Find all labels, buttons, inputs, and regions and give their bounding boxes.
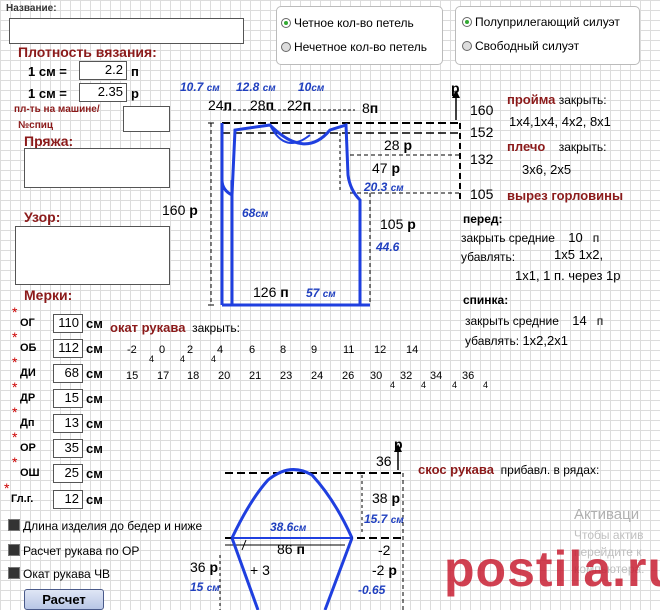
sleeve-cm-38-6: 38.6см	[270, 520, 307, 534]
cap-close-value: 12	[374, 344, 387, 356]
sleeve-cm-15: 15 см	[190, 580, 220, 594]
row-105: 105	[470, 186, 494, 202]
cap-row-sub: 4	[483, 380, 489, 390]
cap-row-sub: 4	[452, 380, 458, 390]
cm-68: 68см	[242, 206, 269, 220]
sleeve-right-edge	[323, 537, 354, 610]
front-close-mid: закрыть средние 10 п	[461, 230, 600, 245]
cap-row-value: 20	[218, 370, 231, 382]
cap-row-value: 24	[311, 370, 324, 382]
st-126: 126 п	[253, 284, 289, 300]
cap-row-value: 36	[462, 370, 475, 382]
cap-row-sub: 4	[421, 380, 427, 390]
r-47: 47 р	[372, 160, 401, 176]
sleeve-cap-title: окат рукава закрыть:	[110, 320, 240, 335]
front-dec-2: 1х1, 1 п. через 1р	[515, 268, 621, 283]
sleeve-plus-3: + 3	[250, 562, 270, 578]
cap-row-value: 34	[430, 370, 443, 382]
cm-10-7: 10.7 см	[180, 80, 220, 94]
row-160: 160	[470, 102, 494, 118]
cap-close-sub: 4	[149, 354, 155, 364]
armhole-values: 1х4,1х4, 4х2, 8х1	[509, 114, 611, 129]
cap-close-value: 6	[249, 344, 256, 356]
cap-close-value: 0	[159, 344, 166, 356]
cap-close-value: 9	[311, 344, 318, 356]
sleeve-slope-block: скос рукава прибавл. в рядах:	[418, 462, 600, 477]
front-label: перед:	[463, 212, 503, 226]
back-label: спинка:	[463, 293, 509, 307]
front-decrease-label: убавлять:	[461, 250, 516, 264]
cm-20-3: 20.3 см	[364, 180, 404, 194]
cap-close-sub: 4	[180, 354, 186, 364]
cap-row-sub: 4	[390, 380, 396, 390]
postila-logo: postila.ru	[444, 541, 660, 597]
front-dec-1: 1х5 1х2,	[554, 247, 604, 262]
cap-row-value: 23	[280, 370, 293, 382]
sleeve-m2-b: -2 р	[372, 562, 397, 578]
sleeve-r-38: 38 р	[372, 490, 401, 506]
r-28: 28 р	[384, 137, 413, 153]
cm-44-6: 44.6	[376, 240, 400, 254]
sleeve-cm-15-7: 15.7 см	[364, 512, 404, 526]
activation-title: Активаци	[574, 506, 640, 523]
cm-12-8: 12.8 см	[236, 80, 276, 94]
cm-10: 10см	[298, 80, 325, 94]
st-24: 24п	[208, 97, 233, 113]
back-close-mid: закрыть средние 14 п	[465, 313, 604, 328]
cap-close-value: 11	[343, 344, 355, 356]
armhole-block: пройма закрыть:	[507, 92, 607, 107]
st-8: 8п	[362, 100, 379, 116]
cap-close-value: 2	[187, 344, 194, 356]
row-132: 132	[470, 151, 494, 167]
r-105: 105 р	[380, 216, 416, 232]
cap-row-value: 18	[187, 370, 200, 382]
cap-close-value: 14	[406, 344, 419, 356]
shoulder-values: 3х6, 2х5	[522, 162, 572, 177]
back-decrease: убавлять: 1х2,2х1	[465, 333, 568, 348]
rows-head-label: р	[451, 80, 460, 96]
cap-close-sub: 4	[211, 354, 217, 364]
shoulder-block: плечо закрыть:	[507, 139, 607, 154]
cap-row-value: 15	[126, 370, 139, 382]
sleeve-cm-minus-065: -0.65	[358, 583, 386, 597]
cap-row-value: 17	[157, 370, 170, 382]
cap-close-value: 4	[217, 344, 224, 356]
r-160-left: 160 р	[162, 202, 198, 218]
cap-row-value: 26	[342, 370, 355, 382]
sleeve-row-36: 36	[376, 453, 392, 469]
neck-title: вырез горловины	[507, 188, 624, 203]
cap-close-value: 8	[280, 344, 287, 356]
sleeve-left-36: 36 р	[190, 559, 219, 575]
cap-row-value: 30	[370, 370, 383, 382]
sleeve-st-86: 86 п	[277, 541, 305, 557]
row-152: 152	[470, 124, 494, 140]
sleeve-m2-a: -2	[378, 542, 391, 558]
st-22: 22п	[287, 97, 312, 113]
cap-close-value: -2	[127, 344, 137, 356]
sleeve-rows-head: р	[394, 436, 403, 452]
cap-row-value: 32	[400, 370, 413, 382]
cap-row-value: 21	[249, 370, 262, 382]
st-28: 28п	[250, 97, 275, 113]
cm-57: 57 см	[306, 286, 336, 300]
